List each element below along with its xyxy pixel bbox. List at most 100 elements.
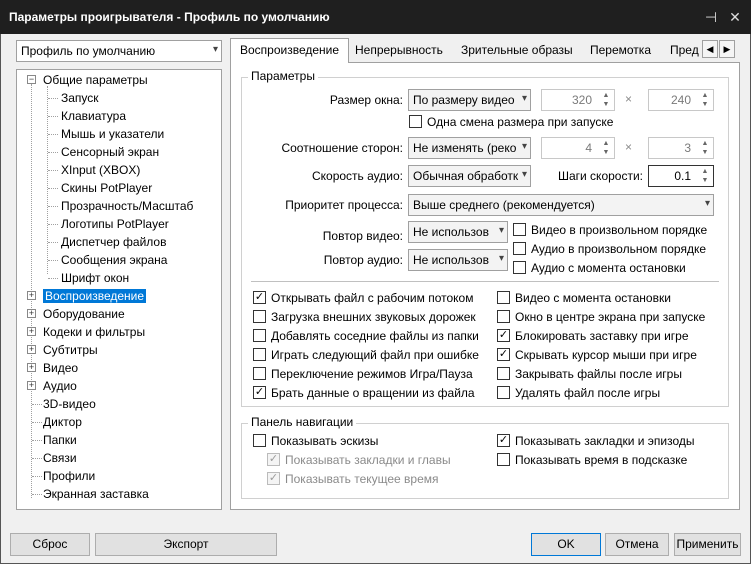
checkbox-box[interactable]: ✓ [267, 472, 280, 485]
ok-button[interactable]: OK [531, 533, 601, 556]
tree-item-playback[interactable]: + Воспроизведение [21, 287, 147, 305]
checkbox-box[interactable] [253, 348, 266, 361]
checkbox-box[interactable] [513, 223, 526, 236]
tree-item[interactable]: + Аудио [21, 377, 77, 395]
window-size-select[interactable]: По размеру видео ▾ [408, 89, 531, 111]
window-width-input[interactable]: 320 ▲ ▼ [541, 89, 615, 111]
checkbox-box[interactable] [409, 115, 422, 128]
tree-item[interactable]: + Кодеки и фильтры [21, 323, 145, 341]
tree-item[interactable]: Профили [43, 467, 95, 485]
aspect-select[interactable]: Не изменять (реко ▾ [408, 137, 531, 159]
checkbox-box[interactable] [253, 434, 266, 447]
close-icon[interactable]: ✕ [724, 6, 746, 28]
checkbox-box[interactable]: ✓ [267, 453, 280, 466]
collapse-icon[interactable]: − [27, 75, 36, 84]
tree-item[interactable]: + Оборудование [21, 305, 125, 323]
checkbox-box[interactable] [513, 261, 526, 274]
tree-child[interactable]: Скины PotPlayer [61, 179, 152, 197]
tree-item[interactable]: Экранная заставка [43, 485, 149, 503]
profile-select[interactable]: Профиль по умолчанию ▾ [16, 40, 222, 62]
aspect-width-input[interactable]: 4 ▲ ▼ [541, 137, 615, 159]
show-bookmarks-episodes-checkbox[interactable]: ✓ Показывать закладки и эпизоды [497, 434, 695, 450]
spin-arrows-icon[interactable]: ▲ ▼ [599, 91, 613, 109]
tree-item[interactable]: Связи [43, 449, 77, 467]
checkbox-box[interactable]: ✓ [497, 434, 510, 447]
show-bookmarks-chapters-checkbox[interactable]: ✓ Показывать закладки и главы [267, 453, 451, 469]
option-checkbox[interactable]: Удалять файл после игры [497, 386, 660, 402]
option-checkbox[interactable]: Загрузка внешних звуковых дорожек [253, 310, 476, 326]
option-checkbox[interactable]: Переключение режимов Игра/Пауза [253, 367, 473, 383]
option-checkbox[interactable]: Видео с момента остановки [497, 291, 671, 307]
checkbox-box[interactable] [497, 453, 510, 466]
option-checkbox[interactable]: ✓ Брать данные о вращении из файла [253, 386, 475, 402]
audio-random-checkbox[interactable]: Аудио в произвольном порядке [513, 242, 706, 258]
tree-child[interactable]: Диспетчер файлов [61, 233, 166, 251]
tree-child[interactable]: Клавиатура [61, 107, 126, 125]
option-checkbox[interactable]: Окно в центре экрана при запуске [497, 310, 705, 326]
option-checkbox[interactable]: Играть следующий файл при ошибке [253, 348, 479, 364]
checkbox-box[interactable] [497, 367, 510, 380]
option-checkbox[interactable]: ✓ Скрывать курсор мыши при игре [497, 348, 697, 364]
option-checkbox[interactable]: ✓ Открывать файл с рабочим потоком [253, 291, 473, 307]
expand-icon[interactable]: + [27, 327, 36, 336]
spin-arrows-icon[interactable]: ▲ ▼ [698, 139, 712, 157]
checkbox-box[interactable]: ✓ [253, 291, 266, 304]
tab-playback[interactable]: Воспроизведение [230, 38, 350, 63]
tab-continuity[interactable]: Непрерывность [346, 39, 452, 61]
apply-button[interactable]: Применить [674, 533, 741, 556]
tree-item[interactable]: Диктор [43, 413, 82, 431]
checkbox-box[interactable] [497, 291, 510, 304]
tab-more[interactable]: Пред [661, 39, 701, 61]
spin-arrows-icon[interactable]: ▲ ▼ [698, 91, 712, 109]
audio-speed-select[interactable]: Обычная обработк ▾ [408, 165, 531, 187]
checkbox-box[interactable] [253, 367, 266, 380]
checkbox-box[interactable]: ✓ [253, 386, 266, 399]
audio-repeat-select[interactable]: Не использов ▾ [408, 249, 508, 271]
tree-child[interactable]: XInput (XBOX) [61, 161, 140, 179]
checkbox-box[interactable]: ✓ [497, 348, 510, 361]
checkbox-box[interactable]: ✓ [497, 329, 510, 342]
tree-child[interactable]: Прозрачность/Масштаб [61, 197, 193, 215]
show-thumbs-checkbox[interactable]: Показывать эскизы [253, 434, 378, 450]
show-current-time-checkbox[interactable]: ✓ Показывать текущее время [267, 472, 439, 488]
tab-scroll-right-icon[interactable]: ▶ [719, 40, 735, 58]
tab-seek[interactable]: Перемотка [581, 39, 660, 61]
tab-scroll-left-icon[interactable]: ◀ [702, 40, 718, 58]
checkbox-box[interactable] [497, 310, 510, 323]
expand-icon[interactable]: + [27, 309, 36, 318]
expand-icon[interactable]: + [27, 381, 36, 390]
tree-item[interactable]: + Видео [21, 359, 78, 377]
window-height-input[interactable]: 240 ▲ ▼ [648, 89, 714, 111]
show-time-tooltip-checkbox[interactable]: Показывать время в подсказке [497, 453, 687, 469]
checkbox-box[interactable] [497, 386, 510, 399]
priority-select[interactable]: Выше среднего (рекомендуется) ▾ [408, 194, 714, 216]
tree-child[interactable]: Шрифт окон [61, 269, 129, 287]
tree-item[interactable]: + Субтитры [21, 341, 98, 359]
pin-icon[interactable]: ⊣ [700, 6, 722, 28]
video-repeat-select[interactable]: Не использов ▾ [408, 221, 508, 243]
video-random-checkbox[interactable]: Видео в произвольном порядке [513, 223, 707, 239]
spin-arrows-icon[interactable]: ▲ ▼ [698, 167, 712, 185]
tree-item[interactable]: Папки [43, 431, 77, 449]
tree-item[interactable]: 3D-видео [43, 395, 96, 413]
tree-child[interactable]: Мышь и указатели [61, 125, 164, 143]
resize-once-checkbox[interactable]: Одна смена размера при запуске [409, 115, 613, 131]
speed-step-input[interactable]: 0.1 ▲ ▼ [648, 165, 714, 187]
expand-icon[interactable]: + [27, 363, 36, 372]
tree-child[interactable]: Сообщения экрана [61, 251, 167, 269]
checkbox-box[interactable] [513, 242, 526, 255]
tree-item-general[interactable]: − Общие параметры [21, 71, 148, 89]
audio-resume-checkbox[interactable]: Аудио с момента остановки [513, 261, 686, 277]
reset-button[interactable]: Сброс [10, 533, 90, 556]
spin-arrows-icon[interactable]: ▲ ▼ [599, 139, 613, 157]
tab-visuals[interactable]: Зрительные образы [452, 39, 582, 61]
tree-child[interactable]: Сенсорный экран [61, 143, 159, 161]
tree-child[interactable]: Запуск [61, 89, 99, 107]
tree-child[interactable]: Логотипы PotPlayer [61, 215, 169, 233]
option-checkbox[interactable]: Добавлять соседние файлы из папки [253, 329, 479, 345]
checkbox-box[interactable] [253, 329, 266, 342]
checkbox-box[interactable] [253, 310, 266, 323]
cancel-button[interactable]: Отмена [605, 533, 669, 556]
expand-icon[interactable]: + [27, 345, 36, 354]
aspect-height-input[interactable]: 3 ▲ ▼ [648, 137, 714, 159]
